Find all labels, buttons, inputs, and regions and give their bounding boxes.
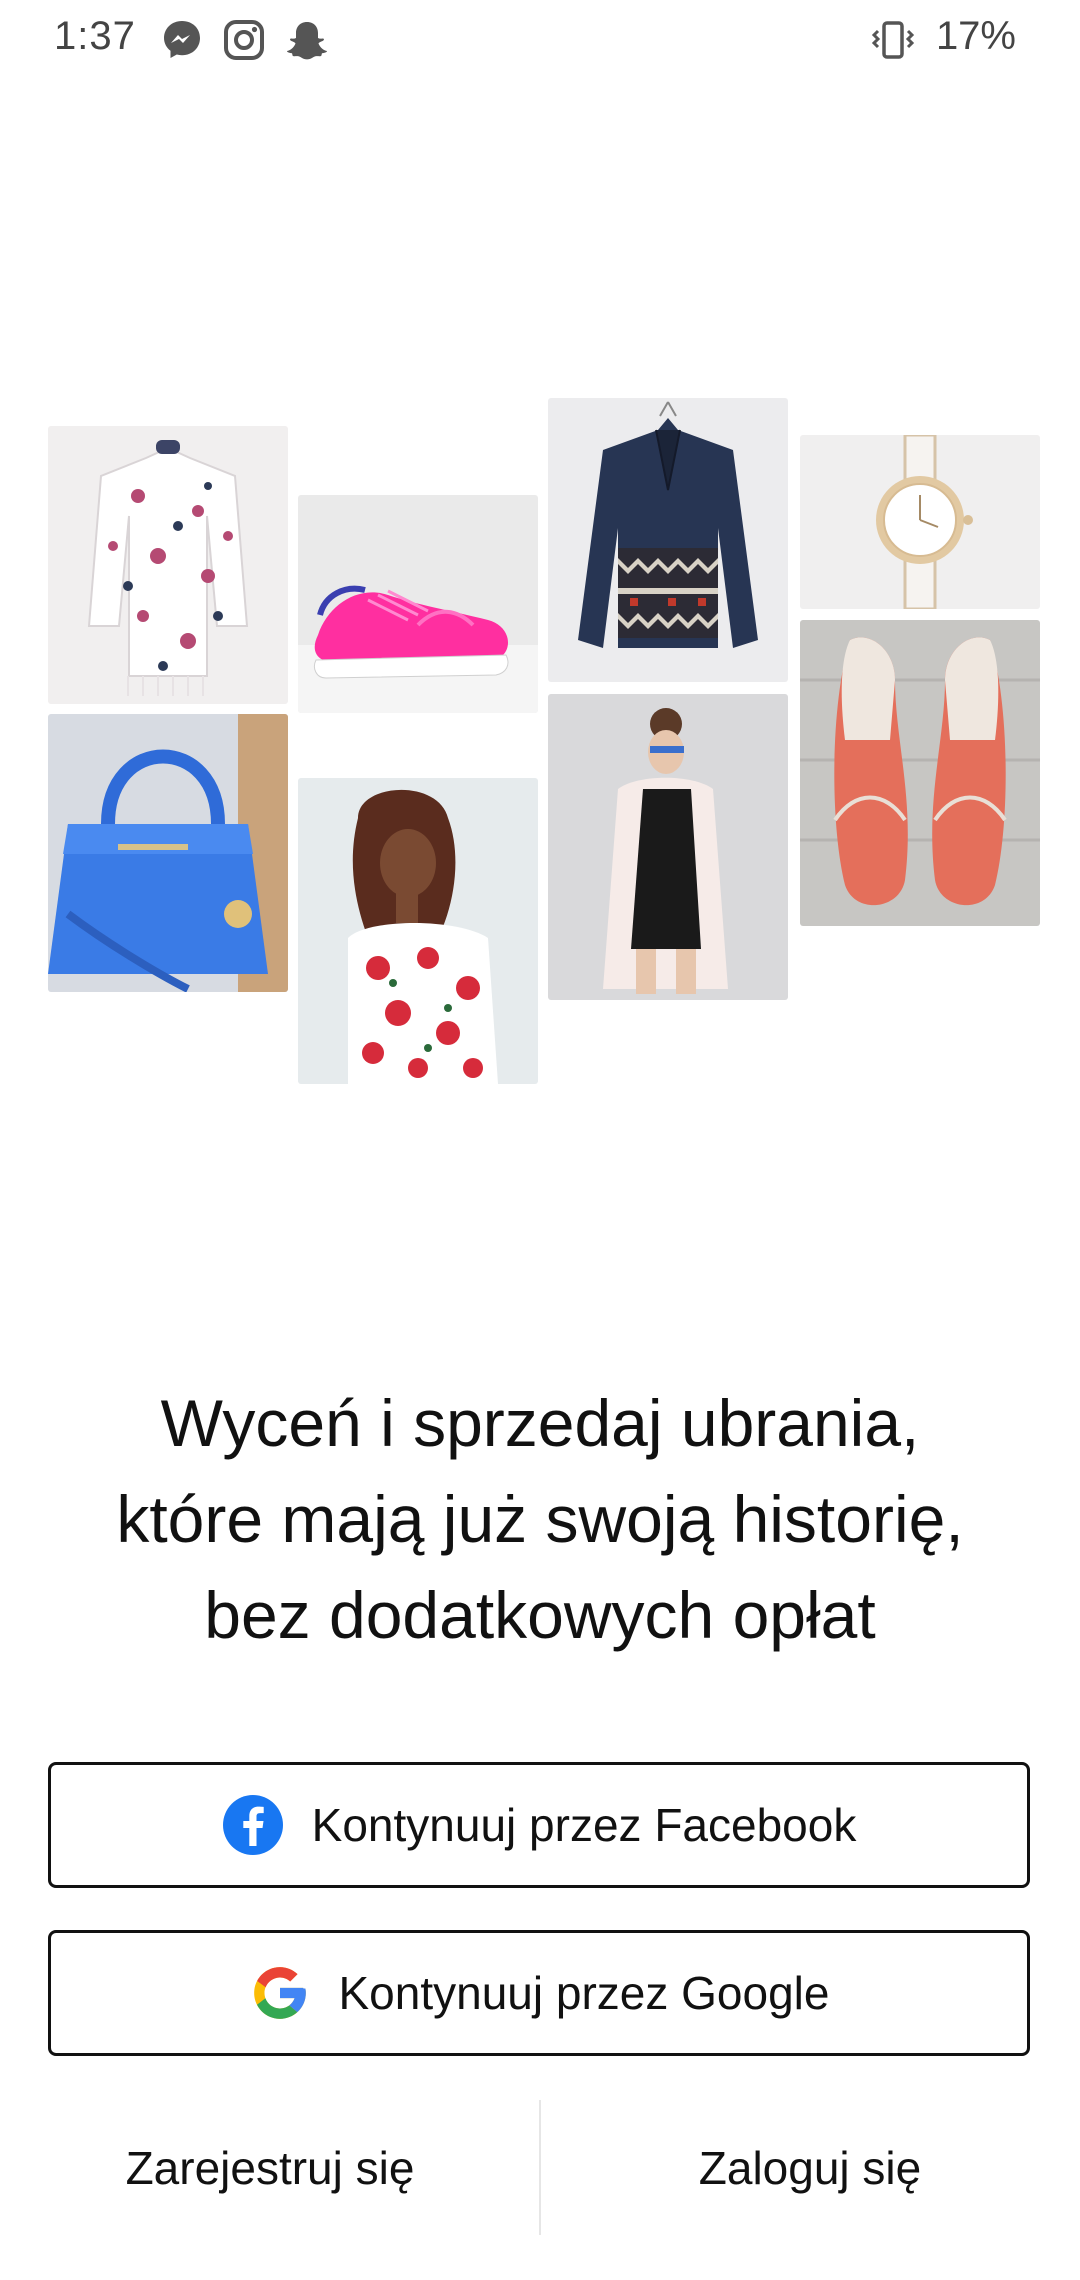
google-icon <box>253 1967 306 2019</box>
snapchat-icon <box>284 18 330 67</box>
status-bar: 1:37 17% <box>0 0 1080 80</box>
facebook-button-label: Kontynuuj przez Facebook <box>311 1799 857 1851</box>
continue-with-facebook-button[interactable]: Kontynuuj przez Facebook <box>48 1762 1030 1888</box>
pink-sneakers-photo <box>298 495 538 713</box>
gold-watch-photo <box>800 435 1040 609</box>
status-time: 1:37 <box>54 14 136 58</box>
messenger-icon <box>160 18 204 67</box>
instagram-icon <box>222 18 266 67</box>
bottom-links: Zarejestruj się Zaloguj się <box>0 2100 1080 2235</box>
google-button-label: Kontynuuj przez Google <box>338 1967 830 2019</box>
battery-percentage: 17% <box>935 14 1016 58</box>
headline-line-3: bez dodatkowych opłat <box>204 1578 876 1652</box>
woman-floral-dress-photo <box>298 778 538 1084</box>
headline: Wyceń i sprzedaj ubrania, które mają już… <box>0 1375 1080 1663</box>
floral-kimono-photo <box>48 426 288 704</box>
pink-flats-photo <box>800 620 1040 926</box>
blue-handbag-photo <box>48 714 288 992</box>
headline-line-2: które mają już swoją historię, <box>116 1482 964 1556</box>
register-link[interactable]: Zarejestruj się <box>0 2100 540 2235</box>
aztec-jacket-photo <box>548 398 788 682</box>
continue-with-google-button[interactable]: Kontynuuj przez Google <box>48 1930 1030 2056</box>
facebook-icon <box>222 1795 283 1855</box>
vibrate-icon <box>870 18 916 67</box>
login-link[interactable]: Zaloguj się <box>540 2100 1080 2235</box>
woman-black-outfit-photo <box>548 694 788 1000</box>
headline-line-1: Wyceń i sprzedaj ubrania, <box>160 1386 920 1460</box>
